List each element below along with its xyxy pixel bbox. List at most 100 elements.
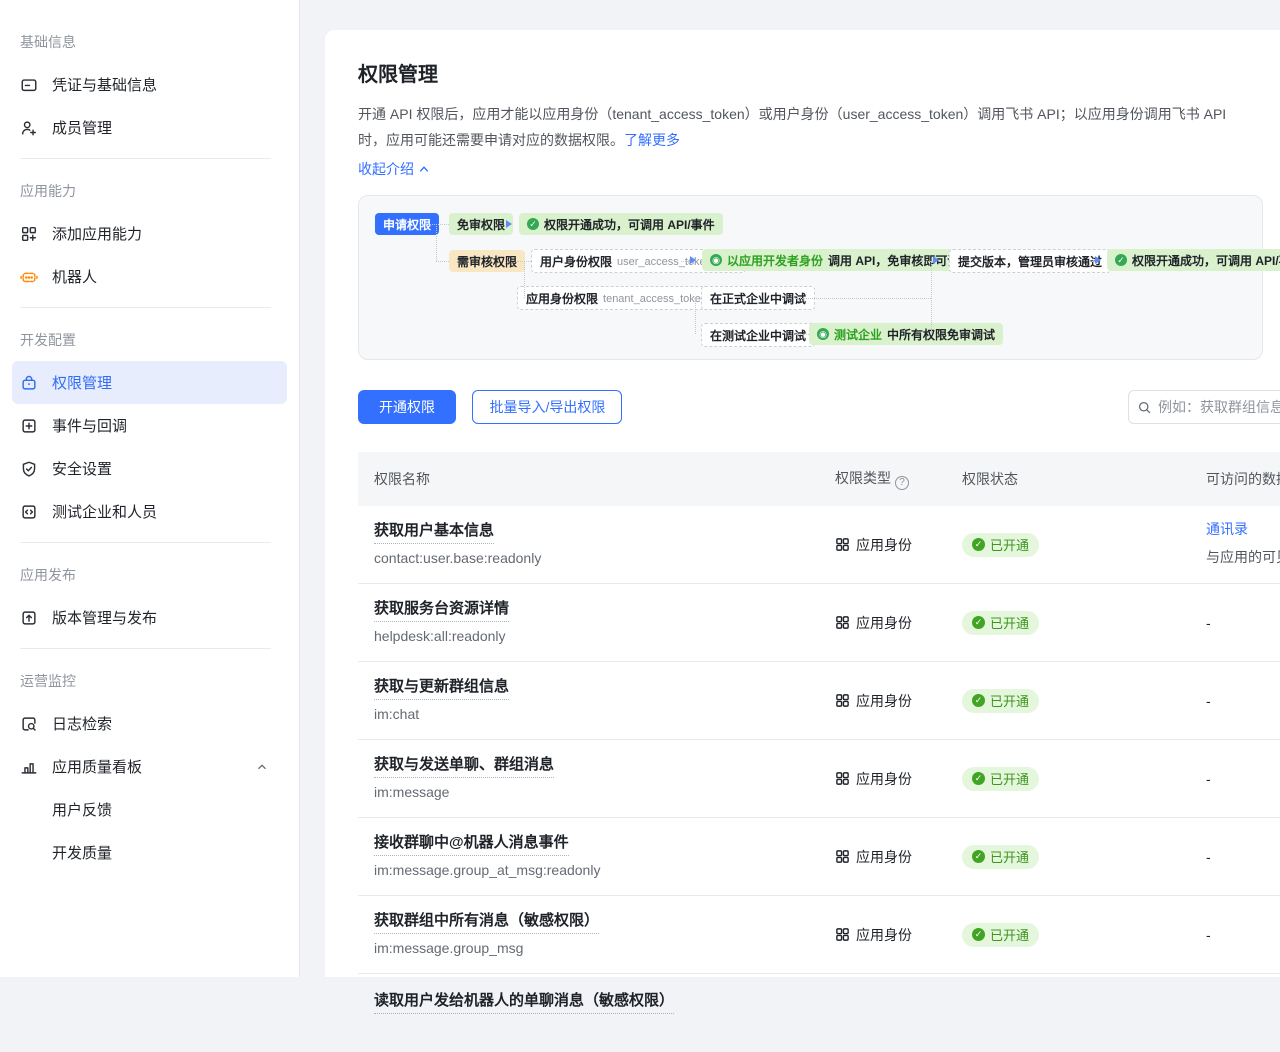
arrow-right-icon (1095, 256, 1101, 264)
help-question-icon[interactable]: ? (895, 476, 909, 490)
app-identity-icon (835, 693, 850, 708)
status-badge: ✓已开通 (962, 923, 1039, 947)
app-identity-icon (835, 927, 850, 942)
flow-need-review-node: 需审核权限 (449, 250, 525, 272)
sidebar-item-events[interactable]: 事件与回调 (12, 404, 287, 447)
permission-bag-icon (20, 374, 38, 392)
check-circle-icon: ✓ (527, 218, 539, 230)
check-circle-icon: ✓ (1115, 254, 1127, 266)
permission-search-box[interactable] (1128, 390, 1280, 424)
permission-title[interactable]: 获取用户基本信息 (374, 519, 494, 544)
check-circle-icon: ✓ (972, 538, 985, 551)
sidebar-item-permissions[interactable]: 权限管理 (12, 361, 287, 404)
flow-success2-node: ✓权限开通成功，可调用 API/事件 (1107, 249, 1280, 271)
page-description: 开通 API 权限后，应用才能以应用身份（tenant_access_token… (358, 101, 1258, 153)
status-badge: ✓已开通 (962, 845, 1039, 869)
sidebar-item-label: 安全设置 (52, 458, 112, 479)
section-header-release: 应用发布 (0, 553, 299, 596)
permission-title[interactable]: 获取群组中所有消息（敏感权限） (374, 909, 599, 934)
batch-import-export-button[interactable]: 批量导入/导出权限 (472, 390, 622, 424)
connector (425, 224, 449, 225)
sidebar-item-label: 应用质量看板 (52, 756, 142, 777)
robot-icon (20, 268, 38, 286)
sidebar-item-test-corp[interactable]: 测试企业和人员 (12, 490, 287, 533)
permission-code: im:message.group_msg (374, 940, 835, 956)
permission-title[interactable]: 获取服务台资源详情 (374, 597, 509, 622)
sidebar-item-quality-board[interactable]: 应用质量看板 (12, 745, 287, 788)
divider (0, 639, 299, 659)
permission-table: 权限名称 权限类型? 权限状态 可访问的数据 获取用户基本信息 contact:… (358, 452, 1280, 1052)
grid-plus-icon (20, 225, 38, 243)
sidebar-item-label: 权限管理 (52, 372, 112, 393)
check-circle-icon: ✓ (972, 616, 985, 629)
flow-test-corp-node: ◉测试企业中所有权限免审调试 (809, 323, 1003, 345)
permission-title[interactable]: 接收群聊中@机器人消息事件 (374, 831, 569, 856)
connector (795, 334, 809, 335)
collapse-intro-link[interactable]: 收起介绍 (358, 159, 1280, 179)
flow-submit-version-node: 提交版本，管理员审核通过 (949, 249, 1111, 273)
arrow-right-icon (690, 256, 696, 264)
permission-title[interactable]: 获取与更新群组信息 (374, 675, 509, 700)
divider (0, 298, 299, 318)
shield-check-icon (20, 460, 38, 478)
section-header-monitoring: 运营监控 (0, 659, 299, 702)
section-header-capabilities: 应用能力 (0, 169, 299, 212)
table-row: 读取用户发给机器人的单聊消息（敏感权限） (358, 974, 1280, 1052)
permission-code: im:chat (374, 706, 835, 722)
permission-type-cell: 应用身份 (835, 769, 912, 789)
sidebar-item-label: 成员管理 (52, 117, 112, 138)
sidebar-item-bot[interactable]: 机器人 (12, 255, 287, 298)
credential-card-icon (20, 76, 38, 94)
header-permission-name: 权限名称 (358, 469, 835, 489)
connector (691, 298, 701, 299)
sidebar-item-label: 版本管理与发布 (52, 607, 157, 628)
chevron-up-icon[interactable] (255, 760, 269, 774)
header-permission-type: 权限类型? (835, 468, 962, 490)
status-badge: ✓已开通 (962, 767, 1039, 791)
log-search-icon (20, 715, 38, 733)
status-badge: ✓已开通 (962, 689, 1039, 713)
flow-success-node: ✓权限开通成功，可调用 API/事件 (519, 213, 723, 235)
accessible-data-scope: 与应用的可见范围一致 (1206, 547, 1280, 567)
sidebar-item-security[interactable]: 安全设置 (12, 447, 287, 490)
sidebar-subitem-user-feedback[interactable]: 用户反馈 (0, 788, 299, 831)
arrow-right-icon (506, 220, 512, 228)
permission-type-cell: 应用身份 (835, 691, 912, 711)
connector (931, 261, 932, 335)
accessible-data-cell: - (1206, 849, 1211, 865)
search-icon (1137, 400, 1152, 415)
permission-title[interactable]: 读取用户发给机器人的单聊消息（敏感权限） (374, 989, 674, 1014)
flow-no-review-node: 免审权限 (449, 213, 513, 235)
main-content: 权限管理 开通 API 权限后，应用才能以应用身份（tenant_access_… (325, 30, 1280, 977)
sidebar-item-log-search[interactable]: 日志检索 (12, 702, 287, 745)
connector (524, 261, 525, 298)
sidebar-item-credentials[interactable]: 凭证与基础信息 (12, 63, 287, 106)
sidebar-item-members[interactable]: 成员管理 (12, 106, 287, 149)
permission-type-cell: 应用身份 (835, 925, 912, 945)
chevron-up-icon (418, 163, 430, 175)
permission-type-cell: 应用身份 (835, 535, 912, 555)
section-header-basic-info: 基础信息 (0, 20, 299, 63)
table-row: 获取与发送单聊、群组消息 im:message 应用身份 ✓已开通 - (358, 740, 1280, 818)
open-permission-button[interactable]: 开通权限 (358, 390, 456, 424)
table-row: 接收群聊中@机器人消息事件 im:message.group_at_msg:re… (358, 818, 1280, 896)
sidebar-item-label: 测试企业和人员 (52, 501, 157, 522)
app-identity-icon (835, 849, 850, 864)
sidebar-item-label: 添加应用能力 (52, 223, 142, 244)
sidebar-item-add-capability[interactable]: 添加应用能力 (12, 212, 287, 255)
accessible-data-cell: - (1206, 615, 1211, 631)
permission-title[interactable]: 获取与发送单聊、群组消息 (374, 753, 554, 778)
debug-icon: ◉ (817, 328, 829, 340)
app-identity-icon (835, 771, 850, 786)
search-input[interactable] (1158, 399, 1280, 415)
sidebar-item-version-release[interactable]: 版本管理与发布 (12, 596, 287, 639)
accessible-data-cell: - (1206, 771, 1211, 787)
event-plus-icon (20, 417, 38, 435)
flow-debug-test-node: 在测试企业中调试 (701, 323, 815, 347)
learn-more-link[interactable]: 了解更多 (624, 132, 680, 148)
sidebar-subitem-dev-quality[interactable]: 开发质量 (0, 831, 299, 874)
contacts-link[interactable]: 通讯录 (1206, 521, 1248, 537)
check-circle-icon: ✓ (972, 850, 985, 863)
permission-code: contact:user.base:readonly (374, 550, 835, 566)
connector (695, 298, 696, 334)
